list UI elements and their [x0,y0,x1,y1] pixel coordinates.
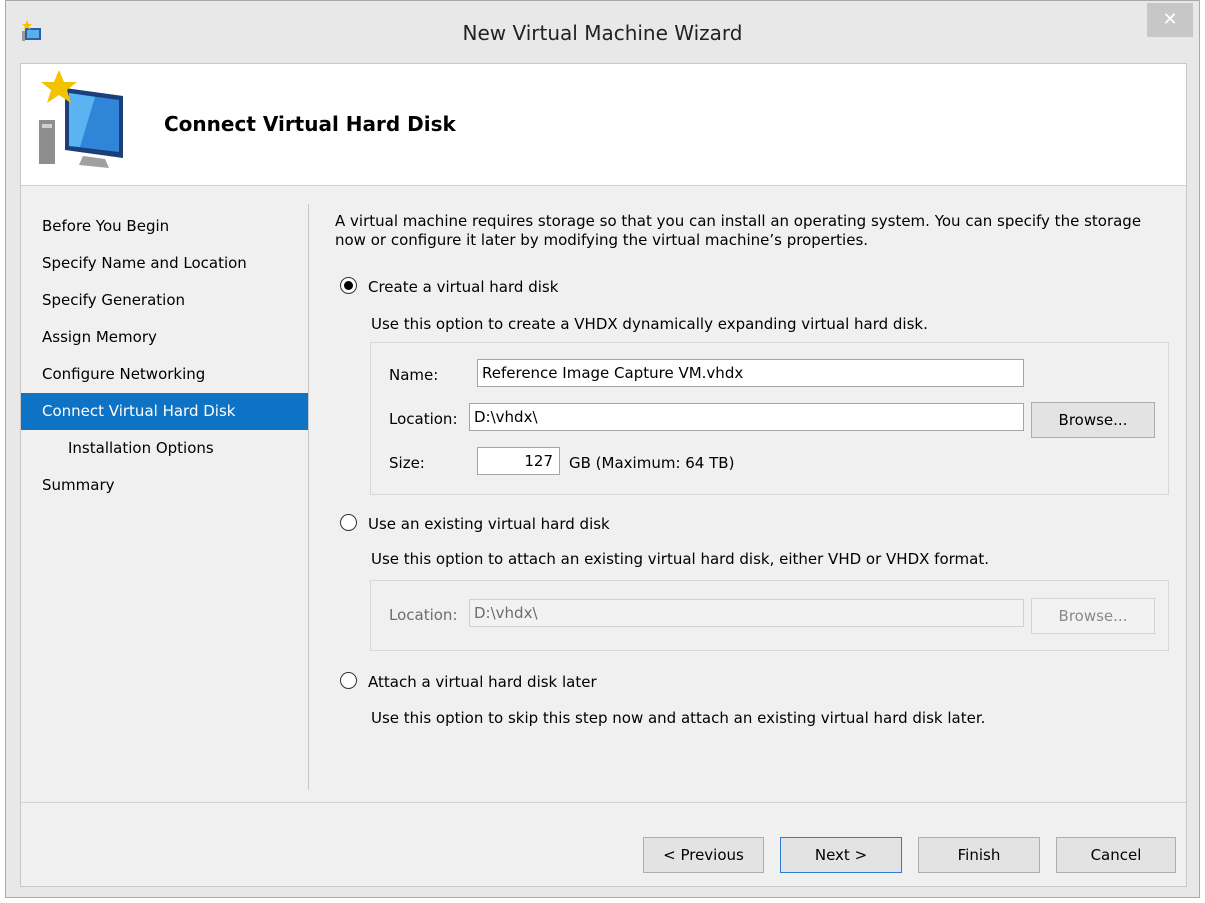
window-title: New Virtual Machine Wizard [462,21,743,45]
radio-create-vhd-label: Create a virtual hard disk [368,278,559,296]
existing-vhd-description: Use this option to attach an existing vi… [371,550,989,568]
vhd-name-input[interactable]: Reference Image Capture VM.vhdx [477,359,1024,387]
radio-existing-vhd-label: Use an existing virtual hard disk [368,515,610,533]
existing-vhd-group: Location: D:\vhdx\ Browse... [370,580,1169,651]
radio-existing-vhd[interactable]: Use an existing virtual hard disk [340,513,610,535]
nav-divider [308,204,309,790]
vhd-location-input[interactable]: D:\vhdx\ [469,403,1024,431]
finish-button[interactable]: Finish [918,837,1040,873]
nav-item-specify-name-location[interactable]: Specify Name and Location [21,245,308,282]
close-button[interactable]: ✕ [1147,3,1193,37]
title-bar: New Virtual Machine Wizard ✕ [6,1,1199,63]
nav-item-summary[interactable]: Summary [21,467,308,504]
create-vhd-description: Use this option to create a VHDX dynamic… [371,315,928,333]
radio-create-vhd[interactable]: Create a virtual hard disk [340,276,558,298]
radio-button-unselected[interactable] [340,514,357,531]
radio-button-unselected[interactable] [340,672,357,689]
content-pane: A virtual machine requires storage so th… [335,212,1169,727]
existing-location-input[interactable]: D:\vhdx\ [469,599,1024,627]
nav-item-installation-options[interactable]: Installation Options [21,430,308,467]
location-label: Location: [389,410,458,428]
previous-button[interactable]: < Previous [643,837,764,873]
radio-attach-later[interactable]: Attach a virtual hard disk later [340,671,597,693]
page-title: Connect Virtual Hard Disk [164,112,456,136]
vhd-size-input[interactable]: 127 [477,447,560,475]
wizard-header: Connect Virtual Hard Disk [21,64,1186,186]
nav-item-specify-generation[interactable]: Specify Generation [21,282,308,319]
page-description: A virtual machine requires storage so th… [335,212,1142,249]
size-label: Size: [389,454,425,472]
wizard-frame: Connect Virtual Hard Disk Before You Beg… [20,63,1187,887]
wizard-step-list: Before You Begin Specify Name and Locati… [21,208,308,504]
existing-browse-button[interactable]: Browse... [1031,598,1155,634]
new-vm-monitor-icon [39,70,123,168]
existing-location-label: Location: [389,606,458,624]
name-label: Name: [389,366,439,384]
browse-button[interactable]: Browse... [1031,402,1155,438]
close-icon: ✕ [1162,9,1178,30]
nav-item-connect-virtual-hard-disk[interactable]: Connect Virtual Hard Disk [21,393,308,430]
radio-button-selected[interactable] [340,277,357,294]
next-button[interactable]: Next > [780,837,902,873]
wizard-window: New Virtual Machine Wizard ✕ Connect Vir… [5,0,1200,898]
footer-divider [21,802,1186,803]
create-vhd-group: Name: Reference Image Capture VM.vhdx Lo… [370,342,1169,495]
nav-item-assign-memory[interactable]: Assign Memory [21,319,308,356]
nav-item-before-you-begin[interactable]: Before You Begin [21,208,308,245]
radio-attach-later-label: Attach a virtual hard disk later [368,673,597,691]
nav-item-configure-networking[interactable]: Configure Networking [21,356,308,393]
cancel-button[interactable]: Cancel [1056,837,1176,873]
attach-later-description: Use this option to skip this step now an… [371,709,986,727]
size-unit: GB (Maximum: 64 TB) [569,454,735,472]
